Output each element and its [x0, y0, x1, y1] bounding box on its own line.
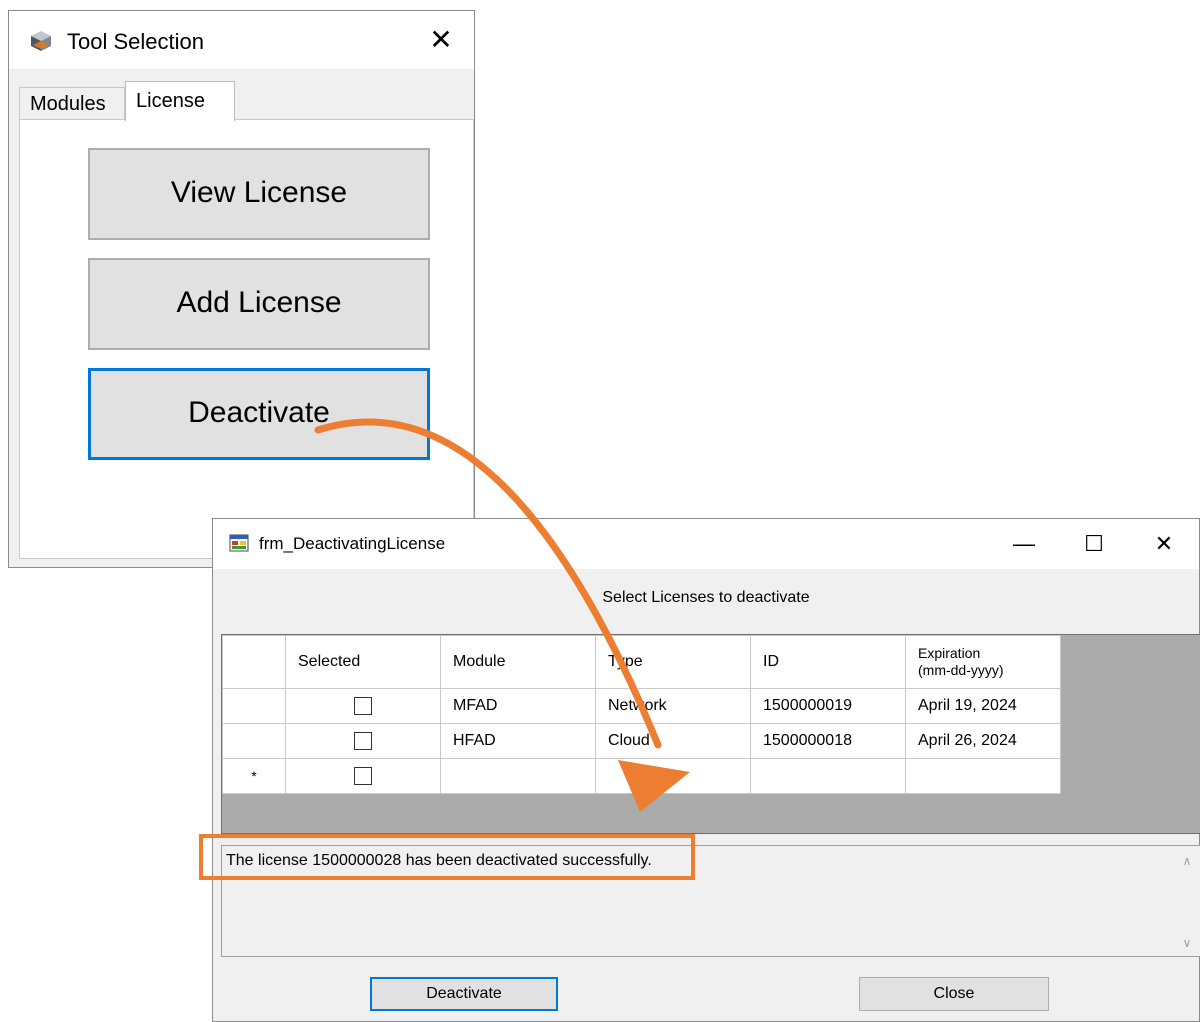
type-cell[interactable]: [595, 758, 751, 794]
tool-selection-titlebar: Tool Selection ✕: [9, 11, 474, 69]
module-cell[interactable]: [440, 758, 596, 794]
scroll-up-icon[interactable]: ∧: [1180, 854, 1194, 868]
selected-cell[interactable]: [285, 688, 441, 724]
row-header-corner: [222, 635, 286, 689]
type-cell[interactable]: Network: [595, 688, 751, 724]
minimize-icon[interactable]: —: [999, 527, 1049, 561]
expiration-cell[interactable]: April 26, 2024: [905, 723, 1061, 759]
id-cell[interactable]: [750, 758, 906, 794]
row-checkbox[interactable]: [354, 732, 372, 750]
tool-selection-window: Tool Selection ✕ Modules License View Li…: [8, 10, 475, 568]
tab-license[interactable]: License: [125, 81, 235, 121]
maximize-icon[interactable]: ☐: [1069, 527, 1119, 561]
id-cell[interactable]: 1500000019: [750, 688, 906, 724]
deactivating-license-titlebar: frm_DeactivatingLicense — ☐ ✕: [213, 519, 1199, 569]
expiration-cell[interactable]: [905, 758, 1061, 794]
column-header-type[interactable]: Type: [595, 635, 751, 689]
column-header-module[interactable]: Module: [440, 635, 596, 689]
deactivate-button[interactable]: Deactivate: [88, 368, 430, 460]
expiration-cell[interactable]: April 19, 2024: [905, 688, 1061, 724]
scroll-down-icon[interactable]: ∨: [1180, 936, 1194, 950]
instruction-label: Select Licenses to deactivate: [602, 589, 810, 606]
module-cell[interactable]: MFAD: [440, 688, 596, 724]
new-row-marker: *: [251, 768, 257, 784]
new-row[interactable]: *: [222, 758, 1061, 794]
row-header[interactable]: *: [222, 758, 286, 794]
window-title: frm_DeactivatingLicense: [259, 534, 446, 553]
close-button[interactable]: Close: [859, 977, 1049, 1011]
selected-cell[interactable]: [285, 723, 441, 759]
module-cell[interactable]: HFAD: [440, 723, 596, 759]
column-header-id[interactable]: ID: [750, 635, 906, 689]
cube-icon: [31, 31, 51, 51]
tab-modules[interactable]: Modules: [19, 87, 125, 119]
message-highlight-box: [199, 834, 695, 880]
license-grid-table: Selected Module Type ID Expiration (mm-d…: [222, 635, 1061, 794]
id-cell[interactable]: 1500000018: [750, 723, 906, 759]
table-row[interactable]: HFAD Cloud 1500000018 April 26, 2024: [222, 723, 1061, 759]
license-tab-panel: View License Add License Deactivate: [19, 119, 474, 559]
license-grid[interactable]: Selected Module Type ID Expiration (mm-d…: [221, 634, 1200, 834]
close-icon[interactable]: ✕: [1139, 527, 1189, 561]
row-header[interactable]: [222, 688, 286, 724]
table-row[interactable]: MFAD Network 1500000019 April 19, 2024: [222, 688, 1061, 724]
form-icon: [229, 534, 249, 552]
row-header[interactable]: [222, 723, 286, 759]
close-icon[interactable]: ✕: [426, 25, 456, 55]
deactivating-license-window: frm_DeactivatingLicense — ☐ ✕ Select Lic…: [212, 518, 1200, 1022]
deactivate-button[interactable]: Deactivate: [370, 977, 558, 1011]
view-license-button[interactable]: View License: [88, 148, 430, 240]
row-checkbox[interactable]: [354, 697, 372, 715]
grid-header-row: Selected Module Type ID Expiration (mm-d…: [222, 635, 1061, 689]
add-license-button[interactable]: Add License: [88, 258, 430, 350]
selected-cell[interactable]: [285, 758, 441, 794]
window-title: Tool Selection: [67, 29, 204, 54]
row-checkbox[interactable]: [354, 767, 372, 785]
column-header-selected[interactable]: Selected: [285, 635, 441, 689]
column-header-expiration[interactable]: Expiration (mm-dd-yyyy): [905, 635, 1061, 689]
type-cell[interactable]: Cloud: [595, 723, 751, 759]
